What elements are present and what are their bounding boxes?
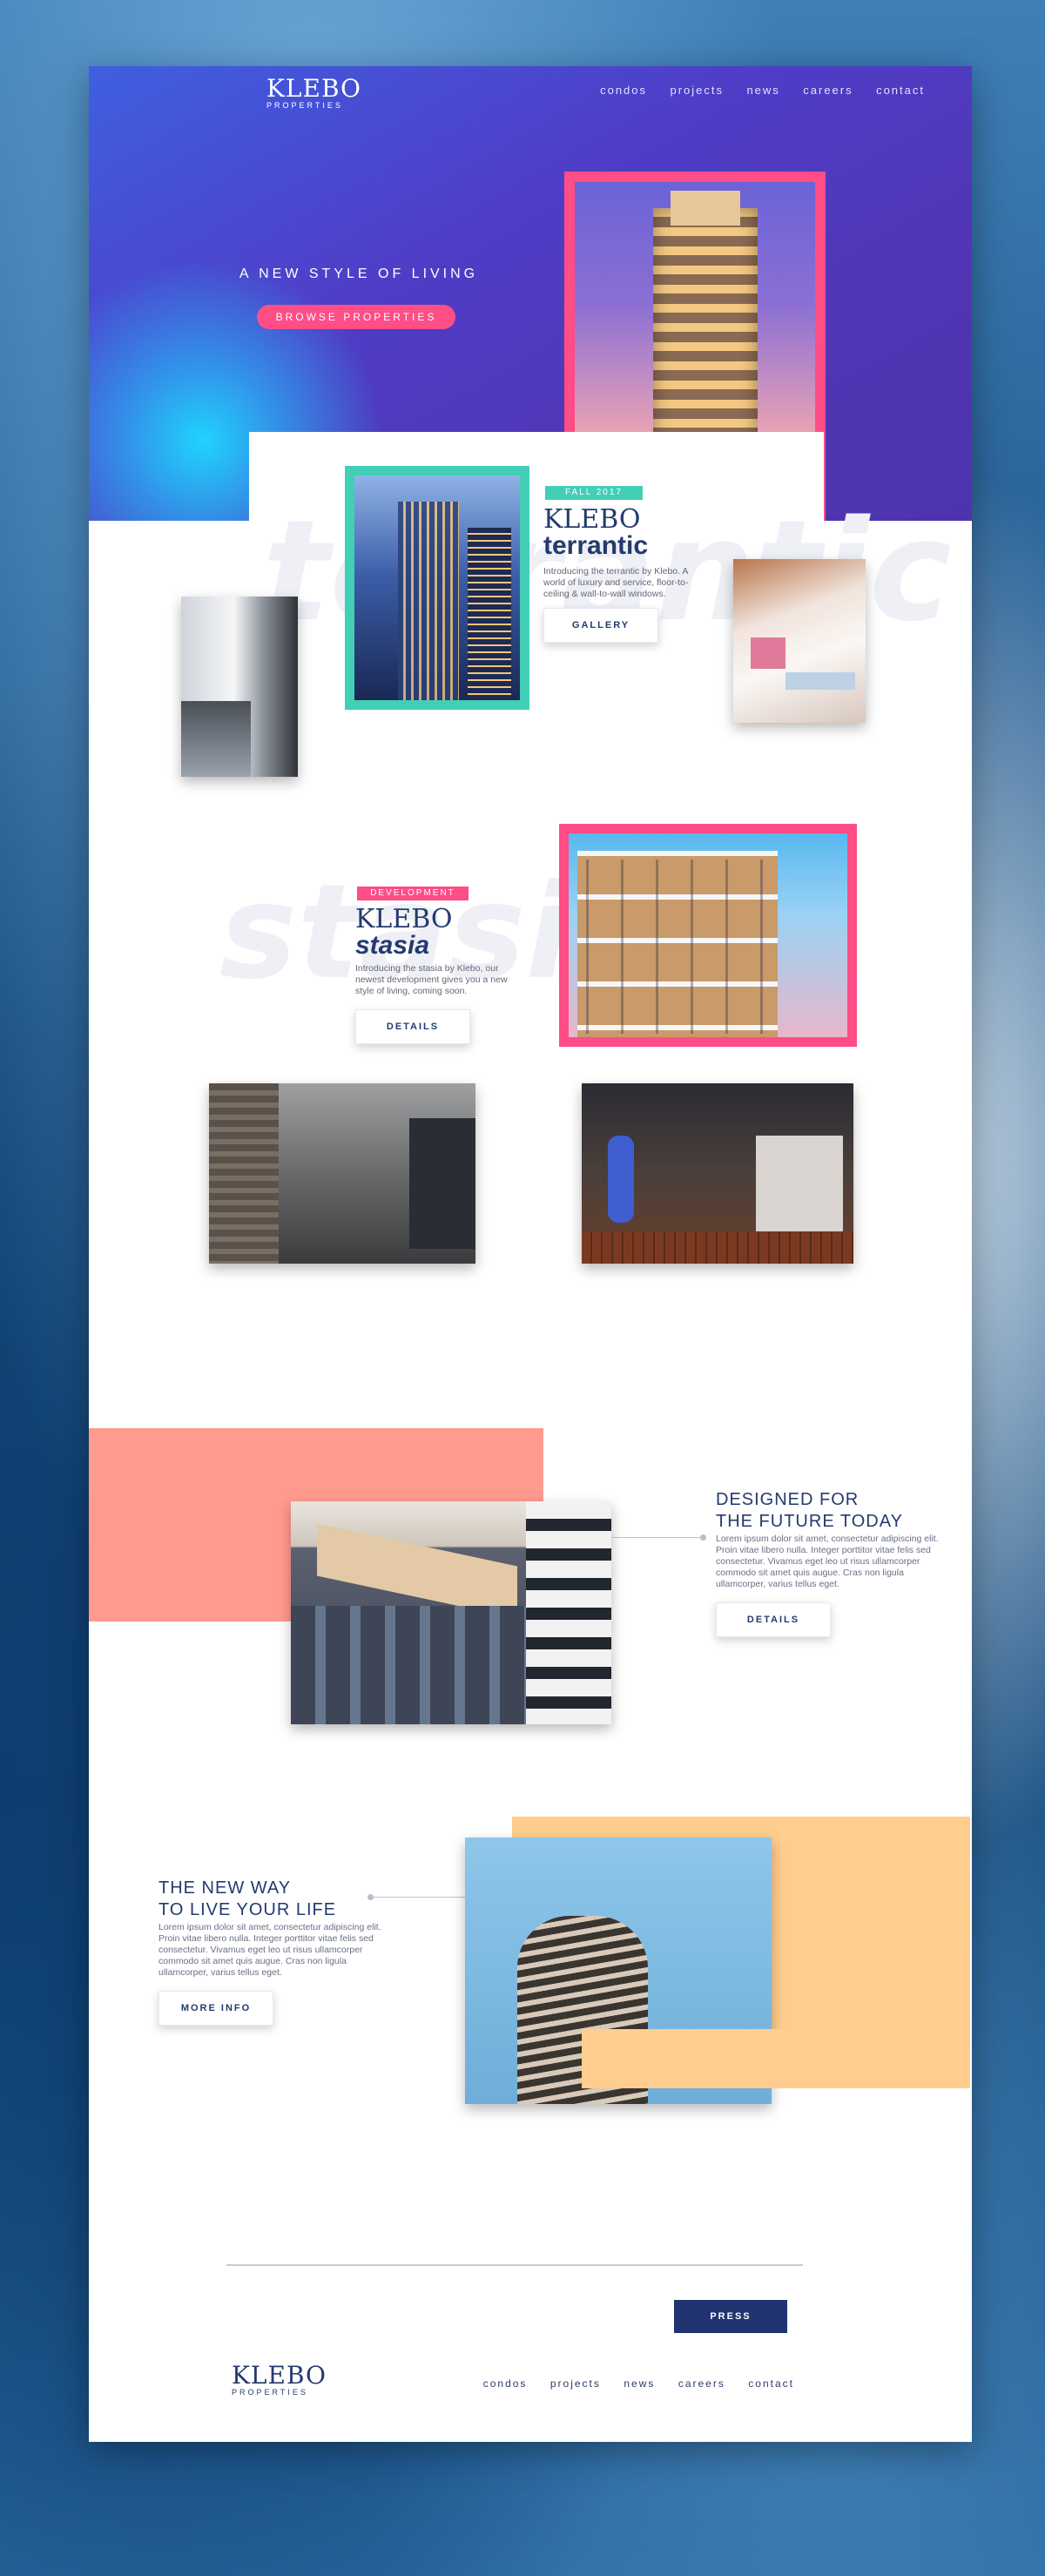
terrantic-image-frame — [345, 466, 529, 710]
footer-nav-item-news[interactable]: news — [624, 2377, 655, 2390]
footer-nav: condos projects news careers contact — [385, 2376, 794, 2391]
newway-heading-line1: THE NEW WAY — [158, 1878, 292, 1898]
newway-heading-line2: TO LIVE YOUR LIFE — [158, 1900, 337, 1919]
stasia-badge: DEVELOPMENT — [357, 887, 469, 900]
stair-interior-image — [733, 559, 866, 723]
future-heading-line1: DESIGNED FOR — [716, 1490, 860, 1509]
future-details-button[interactable]: DETAILS — [716, 1602, 831, 1637]
terrantic-description: Introducing the terrantic by Klebo. A wo… — [543, 566, 689, 599]
future-heading: DESIGNED FOR THE FUTURE TODAY — [716, 1489, 951, 1533]
footer-logo-main-text: KLEBO — [232, 2361, 327, 2390]
terrantic-title: KLEBO — [543, 504, 641, 535]
terrantic-subtitle: terrantic — [543, 531, 649, 560]
nav-item-condos[interactable]: condos — [600, 84, 647, 97]
hero-tagline: A NEW STYLE OF LIVING — [239, 266, 479, 281]
stasia-details-button[interactable]: DETAILS — [355, 1009, 470, 1044]
newway-heading: THE NEW WAY TO LIVE YOUR LIFE — [158, 1878, 394, 1921]
future-connector-dot — [700, 1534, 706, 1541]
gallery-button[interactable]: GALLERY — [543, 608, 658, 643]
nav-item-news[interactable]: news — [746, 84, 779, 97]
stasia-description: Introducing the stasia by Klebo, our new… — [355, 963, 508, 996]
footer-divider — [226, 2264, 803, 2266]
nav-item-contact[interactable]: contact — [876, 84, 925, 97]
terrantic-night-tower-image — [354, 475, 520, 700]
footer-nav-item-contact[interactable]: contact — [748, 2377, 794, 2390]
future-body: Lorem ipsum dolor sit amet, consectetur … — [716, 1534, 939, 1589]
modern-facade-image — [291, 1501, 611, 1724]
future-heading-line2: THE FUTURE TODAY — [716, 1512, 903, 1531]
main-nav: condos projects news careers contact — [472, 83, 925, 98]
more-info-button[interactable]: MORE INFO — [158, 1991, 273, 2026]
stasia-image-frame — [559, 824, 857, 1047]
footer-nav-item-condos[interactable]: condos — [483, 2377, 528, 2390]
stasia-subtitle: stasia — [355, 931, 430, 960]
newway-body: Lorem ipsum dolor sit amet, consectetur … — [158, 1922, 381, 1978]
future-connector-line — [611, 1537, 702, 1538]
footer-nav-item-careers[interactable]: careers — [678, 2377, 725, 2390]
browse-properties-button[interactable]: BROWSE PROPERTIES — [257, 305, 455, 329]
bathroom-interior-image — [181, 597, 298, 777]
patio-night-image — [582, 1083, 853, 1264]
stasia-title: KLEBO — [355, 904, 453, 934]
footer-nav-item-projects[interactable]: projects — [550, 2377, 601, 2390]
terrantic-badge: FALL 2017 — [545, 486, 643, 500]
footer-logo[interactable]: KLEBO PROPERTIES — [232, 2362, 336, 2397]
logo-main-text: KLEBO — [266, 74, 362, 103]
stasia-building-image — [569, 833, 847, 1037]
header-logo[interactable]: KLEBO PROPERTIES — [266, 74, 371, 111]
stone-courtyard-image — [209, 1083, 475, 1264]
nav-item-careers[interactable]: careers — [803, 84, 853, 97]
newway-connector-line — [369, 1897, 465, 1898]
peach-block-front — [582, 2029, 970, 2088]
press-button[interactable]: PRESS — [674, 2300, 787, 2333]
nav-item-projects[interactable]: projects — [670, 84, 724, 97]
web-page-mockup: KLEBO PROPERTIES condos projects news ca… — [89, 66, 972, 2442]
newway-connector-dot — [367, 1894, 374, 1900]
